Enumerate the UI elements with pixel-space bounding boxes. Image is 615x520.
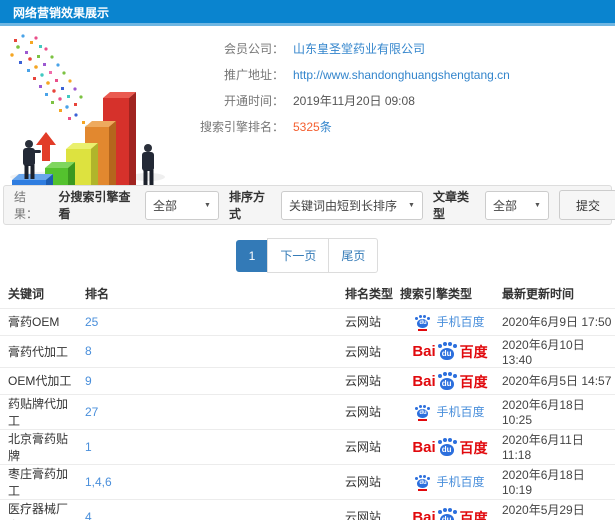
rank-count-row: 搜索引擎排名： 5325条 bbox=[192, 114, 510, 140]
rank-type-cell: 云网站 bbox=[337, 428, 400, 464]
article-type-value: 全部 bbox=[492, 198, 517, 213]
table-row: 医疗器械厂家 4 云网站 Baidu百度 2020年5月29日 10:32 bbox=[0, 498, 615, 520]
next-page-button[interactable]: 下一页 bbox=[267, 238, 330, 273]
engine-label: 手机百度 bbox=[436, 315, 485, 329]
baidu-logo-icon: Bai du 百度 bbox=[412, 508, 488, 520]
updated-cell: 2020年6月10日 13:40 bbox=[500, 334, 615, 367]
keyword-cell: OEM代加工 bbox=[0, 366, 77, 394]
submit-button[interactable]: 提交 bbox=[558, 190, 615, 220]
header-keyword: 关键词 bbox=[8, 286, 45, 301]
page-title: 网络营销效果展示 bbox=[13, 6, 110, 20]
engine-cell: Bai du 百度 bbox=[400, 366, 500, 394]
rank-type-cell: 云网站 bbox=[337, 463, 400, 499]
engine-label: 手机百度 bbox=[436, 405, 485, 419]
keyword-cell: 医疗器械厂家 bbox=[0, 498, 77, 520]
rank-type-cell: 云网站 bbox=[337, 498, 400, 520]
engine-cell: Bai du 百度 bbox=[400, 428, 500, 464]
engine-cell: Bai du 百度 bbox=[400, 334, 500, 367]
engine-cell: Bai du 百度 bbox=[400, 498, 500, 520]
rank-link[interactable]: 1,4,6 bbox=[77, 463, 337, 499]
open-time-row: 开通时间： 2019年11月20日 09:08 bbox=[192, 88, 510, 114]
rank-count-value: 5325 bbox=[293, 120, 320, 134]
profile-fields: 会员公司： 山东皇圣堂药业有限公司 推广地址： http://www.shandon… bbox=[192, 31, 510, 185]
sort-label: 排序方式 bbox=[228, 190, 265, 221]
company-row: 会员公司： 山东皇圣堂药业有限公司 bbox=[192, 36, 510, 62]
header-engine-type: 搜索引擎类型 bbox=[400, 286, 473, 301]
keyword-cell: 枣庄膏药加工 bbox=[0, 463, 77, 499]
result-section-label: 结果： bbox=[14, 190, 39, 221]
baidu-logo-icon: Bai du 百度 bbox=[412, 438, 488, 456]
updated-cell: 2020年6月9日 17:50 bbox=[500, 307, 615, 335]
engine-cell: du 手机百度 bbox=[400, 463, 500, 499]
table-row: 药贴牌代加工 27 云网站 du 手机百度 2020年6月18日 10:25 bbox=[0, 393, 615, 429]
header-rank: 排名 bbox=[85, 286, 110, 301]
open-time-label: 开通时间： bbox=[223, 94, 284, 108]
updated-cell: 2020年6月5日 14:57 bbox=[500, 366, 615, 394]
header-bar: 网络营销效果展示 bbox=[0, 0, 615, 26]
promotion-url-label: 推广地址： bbox=[223, 68, 284, 82]
keyword-cell: 北京膏药贴牌 bbox=[0, 428, 77, 464]
profile-section: 会员公司： 山东皇圣堂药业有限公司 推广地址： http://www.shandon… bbox=[0, 26, 615, 210]
chevron-down-icon: ▼ bbox=[408, 201, 415, 209]
engine-cell: du 手机百度 bbox=[400, 307, 500, 335]
pagination: 1 下一页 尾页 bbox=[0, 238, 615, 273]
table-header-row: 关键词 排名 排名类型 搜索引擎类型 最新更新时间 bbox=[0, 279, 615, 308]
company-label: 会员公司： bbox=[223, 42, 284, 56]
open-time-value: 2019年11月20日 09:08 bbox=[293, 94, 415, 108]
sort-select[interactable]: 关键词由短到长排序 ▼ bbox=[280, 190, 423, 220]
updated-cell: 2020年6月18日 10:25 bbox=[500, 393, 615, 429]
chevron-down-icon: ▼ bbox=[204, 201, 211, 209]
baidu-logo-icon: Bai du 百度 bbox=[412, 372, 488, 390]
rank-count-label: 搜索引擎排名： bbox=[199, 120, 284, 134]
article-type-label: 文章类型 bbox=[432, 190, 469, 221]
engine-filter-value: 全部 bbox=[152, 198, 177, 213]
engine-label: 手机百度 bbox=[436, 475, 485, 489]
mobile-baidu-paw-icon: du bbox=[415, 475, 431, 491]
page: 网络营销效果展示 会员公司： 山东皇圣堂药业有限公司 推广地址： http://… bbox=[0, 0, 615, 520]
keyword-cell: 药贴牌代加工 bbox=[0, 393, 77, 429]
rank-link[interactable]: 9 bbox=[77, 366, 337, 394]
chevron-down-icon: ▼ bbox=[534, 201, 541, 209]
updated-cell: 2020年6月18日 10:19 bbox=[500, 463, 615, 499]
rank-link[interactable]: 27 bbox=[77, 393, 337, 429]
rank-link[interactable]: 1 bbox=[77, 428, 337, 464]
updated-cell: 2020年5月29日 10:32 bbox=[500, 498, 615, 520]
company-link[interactable]: 山东皇圣堂药业有限公司 bbox=[293, 42, 425, 56]
keyword-cell: 膏药OEM bbox=[0, 307, 77, 335]
header-updated: 最新更新时间 bbox=[502, 286, 575, 301]
filter-bar: 结果： 分搜索引擎查看 全部 ▼ 排序方式 关键词由短到长排序 ▼ 文章类型 全… bbox=[3, 185, 615, 225]
rank-count-unit-link[interactable]: 条 bbox=[320, 120, 332, 134]
table-row: 枣庄膏药加工 1,4,6 云网站 du 手机百度 2020年6月18日 10:19 bbox=[0, 463, 615, 499]
promotion-url-link[interactable]: http://www.shandonghuangshengtang.cn bbox=[293, 68, 510, 82]
rank-type-cell: 云网站 bbox=[337, 393, 400, 429]
mobile-baidu-paw-icon: du bbox=[415, 315, 431, 331]
table-row: OEM代加工 9 云网站 Bai du 百度 2020年6月5日 14:57 bbox=[0, 366, 615, 394]
article-type-select[interactable]: 全部 ▼ bbox=[484, 190, 549, 220]
engine-filter-select[interactable]: 全部 ▼ bbox=[144, 190, 219, 220]
rank-type-cell: 云网站 bbox=[337, 366, 400, 394]
keyword-cell: 膏药代加工 bbox=[0, 334, 77, 367]
engine-cell: du 手机百度 bbox=[400, 393, 500, 429]
rank-link[interactable]: 8 bbox=[77, 334, 337, 367]
table-row: 北京膏药贴牌 1 云网站 Bai du 百度 2020年6月11日 11:18 bbox=[0, 428, 615, 464]
page-1-button[interactable]: 1 bbox=[235, 240, 269, 272]
table-row: 膏药OEM 25 云网站 du 手机百度 2020年6月9日 17:50 bbox=[0, 307, 615, 335]
bar-chart-illustration bbox=[0, 31, 192, 210]
rank-type-cell: 云网站 bbox=[337, 334, 400, 367]
rank-link[interactable]: 4 bbox=[77, 498, 337, 520]
rank-link[interactable]: 25 bbox=[77, 307, 337, 335]
results-table: 关键词 排名 排名类型 搜索引擎类型 最新更新时间 膏药OEM 25 云网站 d… bbox=[0, 279, 615, 520]
table-row: 膏药代加工 8 云网站 Bai du 百度 2020年6月10日 13:40 bbox=[0, 334, 615, 367]
updated-cell: 2020年6月11日 11:18 bbox=[500, 428, 615, 464]
sort-value: 关键词由短到长排序 bbox=[288, 198, 397, 213]
engine-filter-label: 分搜索引擎查看 bbox=[58, 190, 131, 221]
mobile-baidu-paw-icon: du bbox=[415, 405, 431, 421]
rank-type-cell: 云网站 bbox=[337, 307, 400, 335]
last-page-button[interactable]: 尾页 bbox=[328, 238, 379, 273]
header-rank-type: 排名类型 bbox=[345, 286, 394, 301]
baidu-logo-icon: Bai du 百度 bbox=[412, 343, 488, 360]
promotion-url-row: 推广地址： http://www.shandonghuangshengtang.c… bbox=[192, 62, 510, 88]
